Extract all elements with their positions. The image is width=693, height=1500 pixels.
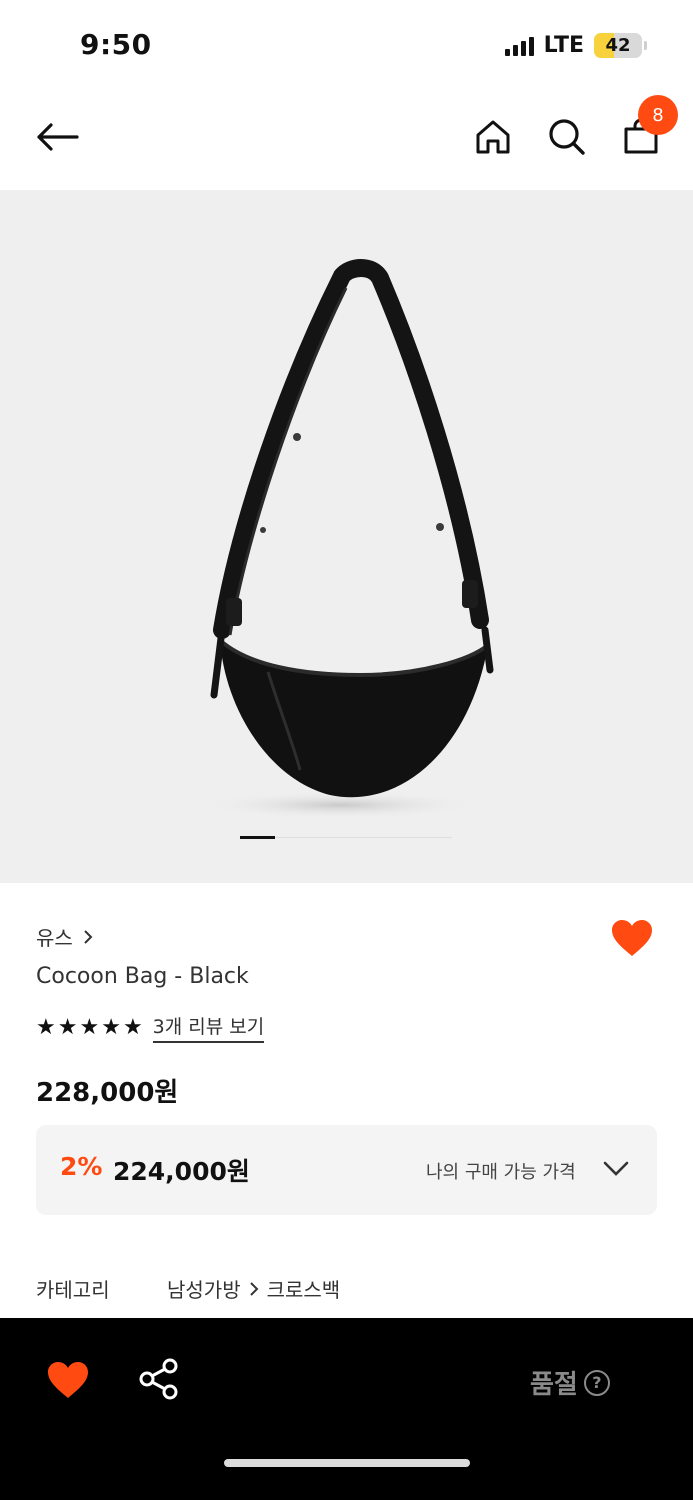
soldout-label: 품절 xyxy=(530,1370,578,1400)
carousel-active-segment xyxy=(240,836,276,839)
carousel-indicator xyxy=(240,836,452,839)
review-link[interactable]: 3개 리뷰 보기 xyxy=(152,1012,265,1043)
category-label: 카테고리 xyxy=(36,1278,110,1302)
battery-nub xyxy=(644,41,647,50)
like-button[interactable] xyxy=(610,918,656,962)
home-icon xyxy=(476,120,510,154)
search-button[interactable] xyxy=(540,110,594,164)
product-name: Cocoon Bag - Black xyxy=(36,964,249,989)
cart-count-badge[interactable]: 8 xyxy=(638,95,678,135)
signal-icon xyxy=(504,36,534,56)
category-main[interactable]: 남성가방 xyxy=(167,1274,241,1303)
category-breadcrumb[interactable]: 남성가방 크로스백 xyxy=(167,1274,340,1303)
my-price-label: 나의 구매 가능 가격 xyxy=(426,1162,576,1183)
brand-link[interactable]: 유스 xyxy=(36,922,93,951)
status-indicators: LTE 42 xyxy=(504,33,647,58)
status-time: 9:50 xyxy=(80,28,152,61)
star-icon: ★ xyxy=(57,1014,78,1040)
my-price-panel[interactable]: 2% 224,000원 나의 구매 가능 가격 xyxy=(36,1125,657,1215)
app-header xyxy=(0,92,693,182)
star-rating: ★ ★ ★ ★ ★ xyxy=(36,1014,143,1040)
network-label: LTE xyxy=(543,33,584,58)
brand-name: 유스 xyxy=(36,926,73,950)
rating: ★ ★ ★ ★ ★ 3개 리뷰 보기 xyxy=(36,1012,265,1043)
heart-icon xyxy=(612,920,652,956)
chevron-right-icon xyxy=(84,929,93,944)
bottom-like-button[interactable] xyxy=(46,1360,90,1400)
search-icon xyxy=(549,119,585,155)
back-button[interactable] xyxy=(30,110,84,164)
star-icon: ★ xyxy=(122,1014,143,1040)
arrow-left-icon xyxy=(37,123,79,151)
product-price: 228,000원 xyxy=(36,1078,179,1108)
chevron-right-icon xyxy=(249,1281,259,1296)
category-sub[interactable]: 크로스백 xyxy=(267,1274,341,1303)
product-image xyxy=(200,259,494,819)
discount-rate: 2% xyxy=(60,1152,103,1181)
star-icon: ★ xyxy=(36,1014,56,1040)
help-icon[interactable]: ? xyxy=(583,1369,610,1396)
battery-icon: 42 xyxy=(594,33,642,58)
status-bar: 9:50 LTE 42 xyxy=(0,0,693,90)
soldout-status: 품절 ? xyxy=(530,1364,610,1401)
star-icon: ★ xyxy=(101,1014,121,1040)
heart-icon xyxy=(48,1362,88,1398)
bottom-action-bar: 품절 ? xyxy=(0,1318,693,1500)
chevron-down-icon xyxy=(603,1161,629,1176)
discount-price: 224,000원 xyxy=(113,1157,250,1186)
star-icon: ★ xyxy=(79,1014,100,1040)
home-indicator[interactable] xyxy=(224,1459,470,1467)
share-icon xyxy=(139,1358,178,1400)
product-image-carousel[interactable] xyxy=(0,190,693,883)
battery-percent: 42 xyxy=(605,35,631,56)
share-button[interactable] xyxy=(138,1358,180,1400)
home-button[interactable] xyxy=(466,110,520,164)
